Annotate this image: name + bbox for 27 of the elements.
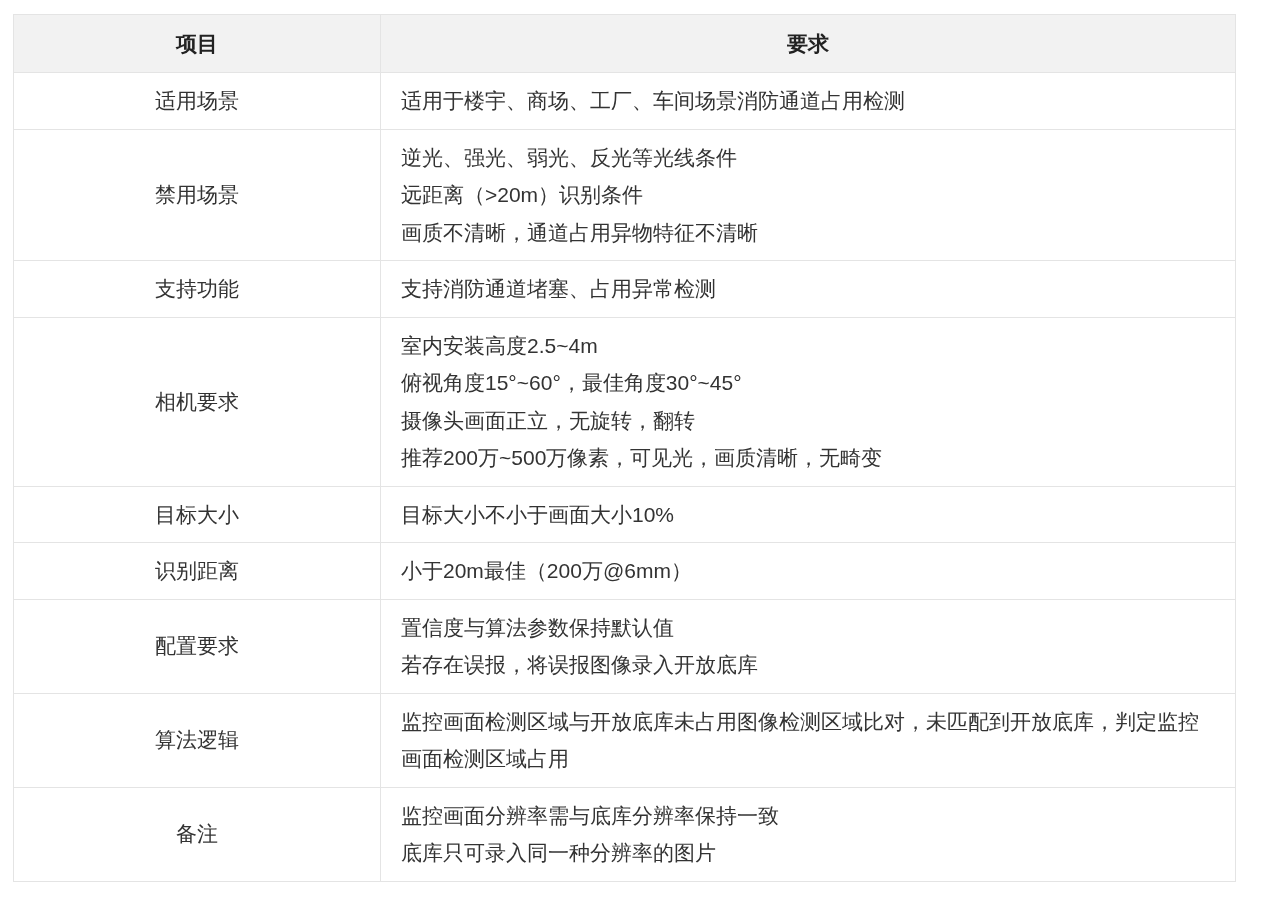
requirement-text: 摄像头画面正立，无旋转，翻转: [401, 407, 696, 434]
requirement-text: 逆光、强光、弱光、反光等光线条件: [401, 144, 738, 171]
item-cell: 适用场景: [13, 72, 381, 129]
requirement-text: 若存在误报，将误报图像录入开放底库: [401, 652, 759, 678]
requirement-text: 底库只可录入同一种分辨率的图片: [401, 840, 717, 866]
item-cell: 禁用场景: [13, 129, 381, 261]
requirement-text: 室内安装高度2.5~4m: [401, 332, 599, 359]
item-cell: 配置要求: [13, 599, 381, 693]
requirement-text: 画质不清晰，通道占用异物特征不清晰: [401, 219, 759, 246]
column-header: 项目: [13, 14, 381, 73]
requirement-text: 支持消防通道堵塞、占用异常检测: [401, 276, 717, 302]
requirement-text: 推荐200万~500万像素，可见光，画质清晰，无畸变: [401, 445, 884, 471]
item-cell: 算法逻辑: [13, 693, 381, 787]
requirement-text: 远距离（>20m）识别条件: [401, 182, 645, 208]
requirement-text: 监控画面分辨率需与底库分辨率保持一致: [401, 802, 780, 829]
item-cell: 相机要求: [13, 317, 381, 486]
requirement-text: 目标大小不小于画面大小10%: [401, 501, 676, 528]
requirement-text: 小于20m最佳（200万@6mm）: [401, 558, 693, 584]
requirement-text: 置信度与算法参数保持默认值: [401, 614, 675, 641]
item-cell: 备注: [13, 787, 381, 881]
item-cell: 识别距离: [13, 542, 381, 599]
requirement-text: 俯视角度15°~60°，最佳角度30°~45°: [401, 370, 743, 396]
item-cell: 支持功能: [13, 260, 381, 317]
item-cell: 目标大小: [13, 486, 381, 543]
requirement-text: 监控画面检测区域与开放底库未占用图像检测区域比对，未匹配到开放底库，判定监控画面检测区域占用: [401, 708, 1200, 772]
column-header: 要求: [380, 14, 1236, 73]
requirement-text: 适用于楼宇、商场、工厂、车间场景消防通道占用检测: [401, 88, 906, 114]
